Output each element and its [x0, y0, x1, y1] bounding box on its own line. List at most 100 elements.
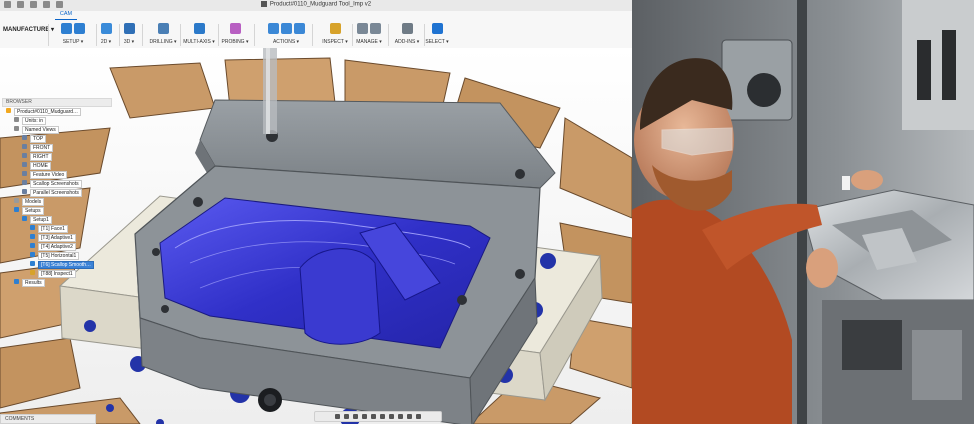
tree-node-icon	[22, 180, 27, 185]
zoom-icon[interactable]	[353, 414, 358, 419]
ribbon-icons	[352, 23, 386, 37]
tree-node-icon	[30, 225, 35, 230]
grid-icon[interactable]	[380, 414, 385, 419]
tree-node-icon	[22, 162, 27, 167]
tree-item-label: TOP	[30, 135, 47, 143]
cam-application-window: Product#0110_Mudguard Tool_Imp v2 CAM MA…	[0, 0, 632, 424]
browser-tree-item[interactable]: RIGHT	[2, 152, 112, 161]
browser-tree-item[interactable]: [T5] Horizontal1	[2, 251, 112, 260]
ribbon-icons	[148, 23, 178, 37]
browser-tree-item[interactable]: [T1] Face1	[2, 224, 112, 233]
ribbon-icons	[52, 23, 94, 37]
browser-tree-item[interactable]: [T88] Inspect1	[2, 269, 112, 278]
simulation-icon[interactable]	[398, 414, 403, 419]
orbit-icon[interactable]	[335, 414, 340, 419]
ribbon-drilling[interactable]: DRILLING ▾	[148, 23, 178, 49]
tree-item-label: Feature Video	[30, 171, 68, 179]
ribbon-label: SELECT ▾	[425, 39, 449, 45]
browser-tree-item[interactable]: Models	[2, 197, 112, 206]
tree-node-icon	[22, 135, 27, 140]
tree-item-label: Scallop Screenshots	[30, 180, 82, 188]
tab-cam[interactable]: CAM	[55, 11, 77, 20]
browser-tree-item[interactable]: Parallel Screenshots	[2, 188, 112, 197]
inspect-icon[interactable]	[329, 23, 341, 34]
tree-node-icon	[14, 117, 19, 122]
actions-icon[interactable]	[293, 23, 305, 34]
tree-node-icon	[22, 171, 27, 176]
viewports-icon[interactable]	[389, 414, 394, 419]
fit-icon[interactable]	[362, 414, 367, 419]
tree-item-label: Results	[22, 279, 45, 287]
setup-icon[interactable]	[61, 23, 72, 34]
browser-tree-item[interactable]: TOP	[2, 134, 112, 143]
ribbon-icons	[425, 23, 449, 37]
ribbon-multi-axis[interactable]: MULTI-AXIS ▾	[182, 23, 216, 49]
browser-tree-item[interactable]: Feature Video	[2, 170, 112, 179]
3d-icon[interactable]	[123, 23, 135, 34]
actions-icon[interactable]	[280, 23, 292, 34]
manage-icon[interactable]	[370, 23, 381, 34]
browser-tree-item[interactable]: [T6] Scallop Smooth…	[2, 260, 112, 269]
tree-node-icon	[14, 279, 19, 284]
settings-icon[interactable]	[416, 414, 421, 419]
browser-tree-item[interactable]: [T4] Adaptive2	[2, 242, 112, 251]
tree-item-label: Models	[22, 198, 45, 206]
ribbon-3d[interactable]: 3D ▾	[118, 23, 140, 49]
tree-node-icon	[30, 234, 35, 239]
ribbon-label: PROBING ▾	[221, 39, 249, 45]
ribbon-separator	[142, 24, 143, 46]
ribbon-label: ADD-INS ▾	[394, 39, 420, 45]
select-icon[interactable]	[431, 23, 443, 34]
drilling-icon[interactable]	[157, 23, 169, 34]
browser-tree-item[interactable]: FRONT	[2, 143, 112, 152]
browser-tree-item[interactable]: [T3] Adaptive1	[2, 233, 112, 242]
tree-item-label: [T1] Face1	[38, 225, 68, 233]
ribbon-probing[interactable]: PROBING ▾	[218, 23, 252, 49]
ribbon-separator	[254, 24, 255, 46]
ribbon-select[interactable]: SELECT ▾	[425, 23, 449, 49]
manage-icon[interactable]	[357, 23, 368, 34]
tree-node-icon	[22, 216, 27, 221]
browser-tree-item[interactable]: Named Views	[2, 125, 112, 134]
actions-icon[interactable]	[267, 23, 279, 34]
setup-icon[interactable]	[74, 23, 85, 34]
browser-tree-item[interactable]: Units: in	[2, 116, 112, 125]
display-settings-icon[interactable]	[371, 414, 376, 419]
browser-tree-item[interactable]: Setup1	[2, 215, 112, 224]
tree-item-label: FRONT	[30, 144, 54, 152]
multi-axis-icon[interactable]	[193, 23, 205, 34]
browser-header[interactable]: BROWSER	[2, 98, 112, 107]
tree-node-icon	[30, 243, 35, 248]
2d-icon[interactable]	[100, 23, 112, 34]
ribbon-add-ins[interactable]: ADD-INS ▾	[392, 23, 422, 49]
tree-item-label: Units: in	[22, 117, 47, 125]
3d-viewport[interactable]: BROWSER Product#0110_Mudguard… Units: in N…	[0, 48, 632, 424]
comments-panel[interactable]: COMMENTS	[0, 414, 96, 424]
browser-tree-item[interactable]: Results	[2, 278, 112, 287]
probing-icon[interactable]	[229, 23, 241, 34]
workpiece-block	[134, 99, 556, 424]
add-ins-icon[interactable]	[401, 23, 413, 34]
ribbon-label: INSPECT ▾	[322, 39, 348, 45]
workspace-switcher[interactable]: MANUFACTURE ▾	[3, 26, 54, 33]
browser-tree-item[interactable]: Setups	[2, 206, 112, 215]
document-icon	[260, 1, 267, 7]
tree-item-label: Setups	[22, 207, 44, 215]
pan-icon[interactable]	[344, 414, 349, 419]
section-icon[interactable]	[407, 414, 412, 419]
cutting-tool	[263, 48, 277, 134]
ribbon-actions[interactable]: ACTIONS ▾	[262, 23, 310, 49]
tree-node-icon	[14, 198, 19, 203]
browser-tree-item[interactable]: Scallop Screenshots	[2, 179, 112, 188]
browser-tree-item[interactable]: Product#0110_Mudguard…	[2, 107, 112, 116]
browser-tree-item[interactable]: HOME	[2, 161, 112, 170]
tree-item-label: Parallel Screenshots	[30, 189, 82, 197]
tree-node-icon	[22, 153, 27, 158]
ribbon-manage[interactable]: MANAGE ▾	[352, 23, 386, 49]
ribbon-inspect[interactable]: INSPECT ▾	[320, 23, 350, 49]
ribbon-icons	[262, 23, 310, 37]
ribbon-2d[interactable]: 2D ▾	[95, 23, 117, 49]
ribbon-setup[interactable]: SETUP ▾	[52, 23, 94, 49]
tree-node-icon	[30, 261, 35, 266]
tree-item-label: HOME	[30, 162, 51, 170]
